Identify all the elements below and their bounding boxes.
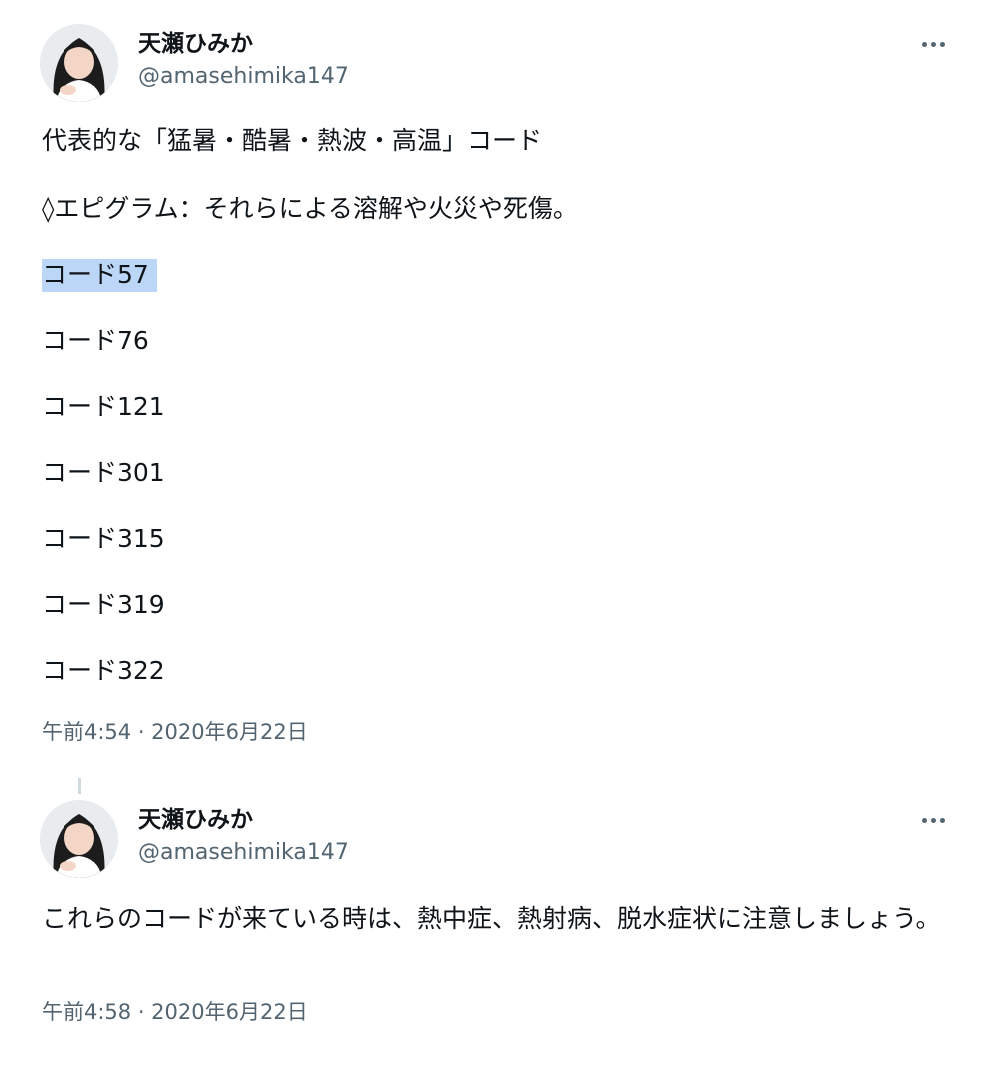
tweet-text-line: コード319 xyxy=(42,590,165,619)
tweet-text: これらのコードが来ている時は、熱中症、熱射病、脱水症状に注意しましょう。 xyxy=(42,904,941,933)
more-horizontal-icon[interactable] xyxy=(916,808,950,832)
tweet-text-line: コード121 xyxy=(42,392,165,421)
tweet-text-line: コード322 xyxy=(42,656,165,685)
user-handle[interactable]: @amasehimika147 xyxy=(138,839,349,867)
avatar[interactable] xyxy=(40,24,118,102)
thread-connector xyxy=(78,778,81,794)
tweet-timestamp[interactable]: 午前4:54 · 2020年6月22日 xyxy=(42,718,308,746)
avatar-image xyxy=(40,24,118,102)
display-name[interactable]: 天瀬ひみか xyxy=(138,806,253,834)
tweet-text-line: コード315 xyxy=(42,524,165,553)
tweet-text-line: コード76 xyxy=(42,326,149,355)
user-handle[interactable]: @amasehimika147 xyxy=(138,63,349,91)
tweet-text-line: コード301 xyxy=(42,458,165,487)
display-name[interactable]: 天瀬ひみか xyxy=(138,30,253,58)
tweet-timestamp[interactable]: 午前4:58 · 2020年6月22日 xyxy=(42,998,308,1026)
tweet-text-line: 代表的な「猛暑・酷暑・熱波・高温」コード xyxy=(42,126,543,155)
avatar[interactable] xyxy=(40,800,118,878)
more-horizontal-icon[interactable] xyxy=(916,32,950,56)
avatar-image xyxy=(40,800,118,878)
tweet-text-line-selected: コード57 xyxy=(42,258,157,292)
selected-text: コード57 xyxy=(42,259,157,292)
tweet-text-line: ◊エピグラム：それらによる溶解や火災や死傷。 xyxy=(42,194,578,223)
